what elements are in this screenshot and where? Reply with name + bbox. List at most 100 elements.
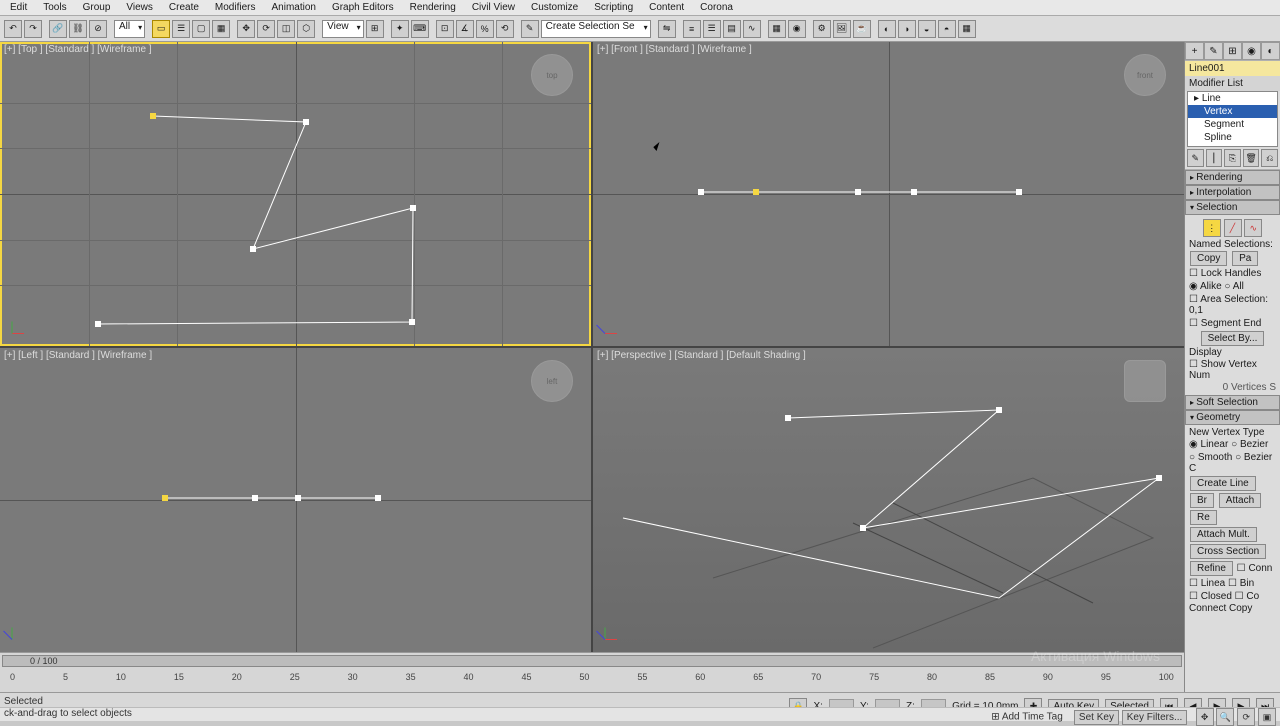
tab-display[interactable]: ◐ (1261, 42, 1280, 60)
viewport-perspective[interactable]: [+] [Perspective ] [Standard ] [Default … (593, 348, 1184, 652)
refine-button[interactable]: Refine (1190, 561, 1233, 576)
configure-icon[interactable]: ⎌ (1261, 149, 1278, 167)
linear-opt[interactable]: ☐ Linea ☐ Bin (1189, 577, 1276, 590)
selection-filter-dropdown[interactable]: All (114, 20, 145, 38)
pin-stack-icon[interactable]: ✎ (1187, 149, 1204, 167)
attach-mult-button[interactable]: Attach Mult. (1190, 527, 1257, 542)
rollout-selection[interactable]: Selection (1185, 200, 1280, 215)
tab-hierarchy[interactable]: ⊞ (1223, 42, 1242, 60)
percent-snap-icon[interactable]: % (476, 20, 494, 38)
unlink-icon[interactable]: ⛓ (69, 20, 87, 38)
menu-scripting[interactable]: Scripting (586, 2, 641, 13)
subobj-segment-icon[interactable]: ╱ (1224, 219, 1242, 237)
undo-icon[interactable]: ↶ (4, 20, 22, 38)
window-crossing-icon[interactable]: ▦ (212, 20, 230, 38)
rollout-rendering[interactable]: Rendering (1185, 170, 1280, 185)
link-icon[interactable]: 🔗 (49, 20, 67, 38)
viewcube-left[interactable]: left (531, 360, 573, 402)
manip-icon[interactable]: ✦ (391, 20, 409, 38)
cross-section-button[interactable]: Cross Section (1190, 544, 1266, 559)
menu-edit[interactable]: Edit (2, 2, 35, 13)
viewport-top-label[interactable]: [+] [Top ] [Standard ] [Wireframe ] (4, 44, 152, 55)
menu-tools[interactable]: Tools (35, 2, 74, 13)
viewport-persp-label[interactable]: [+] [Perspective ] [Standard ] [Default … (597, 350, 806, 361)
viewport-front-label[interactable]: [+] [Front ] [Standard ] [Wireframe ] (597, 44, 752, 55)
move-icon[interactable]: ✥ (237, 20, 255, 38)
redo-icon[interactable]: ↷ (24, 20, 42, 38)
angle-snap-icon[interactable]: ∡ (456, 20, 474, 38)
edit-named-icon[interactable]: ✎ (521, 20, 539, 38)
smooth-radio[interactable]: ○ Smooth ○ Bezier C (1189, 451, 1276, 475)
schematic-icon[interactable]: ▦ (768, 20, 786, 38)
keyboard-icon[interactable]: ⌨ (411, 20, 429, 38)
stack-spline[interactable]: Spline (1188, 131, 1277, 144)
copy-button[interactable]: Copy (1190, 251, 1227, 266)
rollout-soft-selection[interactable]: Soft Selection (1185, 395, 1280, 410)
show-vertex-num-check[interactable]: ☐ Show Vertex Num (1189, 358, 1276, 382)
tab-modify[interactable]: ✎ (1204, 42, 1223, 60)
viewcube-front[interactable]: front (1124, 54, 1166, 96)
modifier-stack[interactable]: ▸ Line Vertex Segment Spline (1187, 91, 1278, 147)
corona-5-icon[interactable]: ▦ (958, 20, 976, 38)
nav-max-icon[interactable]: ▣ (1258, 708, 1276, 726)
break-button[interactable]: Br (1190, 493, 1214, 508)
rollout-geometry[interactable]: Geometry (1185, 410, 1280, 425)
use-center-icon[interactable]: ⊞ (366, 20, 384, 38)
stack-segment[interactable]: Segment (1188, 118, 1277, 131)
menu-rendering[interactable]: Rendering (402, 2, 464, 13)
menu-animation[interactable]: Animation (263, 2, 323, 13)
area-selection-check[interactable]: ☐ Area Selection: 0,1 (1189, 293, 1276, 317)
material-icon[interactable]: ◉ (788, 20, 806, 38)
segment-end-check[interactable]: ☐ Segment End (1189, 317, 1276, 330)
show-end-icon[interactable]: ⎮ (1206, 149, 1223, 167)
subobj-spline-icon[interactable]: ∿ (1244, 219, 1262, 237)
corona-4-icon[interactable]: ◓ (938, 20, 956, 38)
nav-pan-icon[interactable]: ✥ (1196, 708, 1214, 726)
menu-create[interactable]: Create (161, 2, 207, 13)
viewcube-persp[interactable] (1124, 360, 1166, 402)
subobj-vertex-icon[interactable]: ⋮ (1203, 219, 1221, 237)
nav-orbit-icon[interactable]: ⟳ (1237, 708, 1255, 726)
create-line-button[interactable]: Create Line (1190, 476, 1256, 491)
lock-handles-check[interactable]: ☐ Lock Handles (1189, 267, 1276, 280)
reorient-button[interactable]: Re (1190, 510, 1217, 525)
tab-motion[interactable]: ◉ (1242, 42, 1261, 60)
placement-icon[interactable]: ⬡ (297, 20, 315, 38)
named-selection-dropdown[interactable]: Create Selection Se (541, 20, 651, 38)
time-slider[interactable]: 0 / 100 (0, 652, 1184, 672)
render-icon[interactable]: ☕ (853, 20, 871, 38)
stack-vertex[interactable]: Vertex (1188, 105, 1277, 118)
render-frame-icon[interactable]: 🖼 (833, 20, 851, 38)
align-icon[interactable]: ≡ (683, 20, 701, 38)
viewcube-top[interactable]: top (531, 54, 573, 96)
modifier-list-dropdown[interactable]: Modifier List (1185, 76, 1280, 91)
snap-icon[interactable]: ⊡ (436, 20, 454, 38)
viewport-left-label[interactable]: [+] [Left ] [Standard ] [Wireframe ] (4, 350, 152, 361)
make-unique-icon[interactable]: ⎘ (1224, 149, 1241, 167)
addtag-icon[interactable]: ⊞ (991, 712, 999, 723)
menu-grapheditors[interactable]: Graph Editors (324, 2, 402, 13)
tab-create[interactable]: + (1185, 42, 1204, 60)
setkey-button[interactable]: Set Key (1074, 710, 1119, 725)
alike-radio[interactable]: ◉ Alike ○ All (1189, 280, 1276, 293)
select-object-icon[interactable]: ▭ (152, 20, 170, 38)
viewport-left[interactable]: [+] [Left ] [Standard ] [Wireframe ] lef… (0, 348, 591, 652)
curve-editor-icon[interactable]: ∿ (743, 20, 761, 38)
menu-customize[interactable]: Customize (523, 2, 586, 13)
layers-icon[interactable]: ☰ (703, 20, 721, 38)
menu-civilview[interactable]: Civil View (464, 2, 523, 13)
linear-radio[interactable]: ◉ Linear ○ Bezier (1189, 438, 1276, 451)
corona-3-icon[interactable]: ◒ (918, 20, 936, 38)
bind-icon[interactable]: ⊘ (89, 20, 107, 38)
render-setup-icon[interactable]: ⚙ (813, 20, 831, 38)
select-by-button[interactable]: Select By... (1201, 331, 1265, 346)
closed-opt[interactable]: ☐ Closed ☐ Co (1189, 590, 1276, 603)
mirror-icon[interactable]: ⇋ (658, 20, 676, 38)
paste-button[interactable]: Pa (1232, 251, 1258, 266)
rotate-icon[interactable]: ⟳ (257, 20, 275, 38)
corona-1-icon[interactable]: ◐ (878, 20, 896, 38)
menu-corona[interactable]: Corona (692, 2, 741, 13)
attach-button[interactable]: Attach (1219, 493, 1261, 508)
select-region-icon[interactable]: ▢ (192, 20, 210, 38)
spinner-snap-icon[interactable]: ⟲ (496, 20, 514, 38)
